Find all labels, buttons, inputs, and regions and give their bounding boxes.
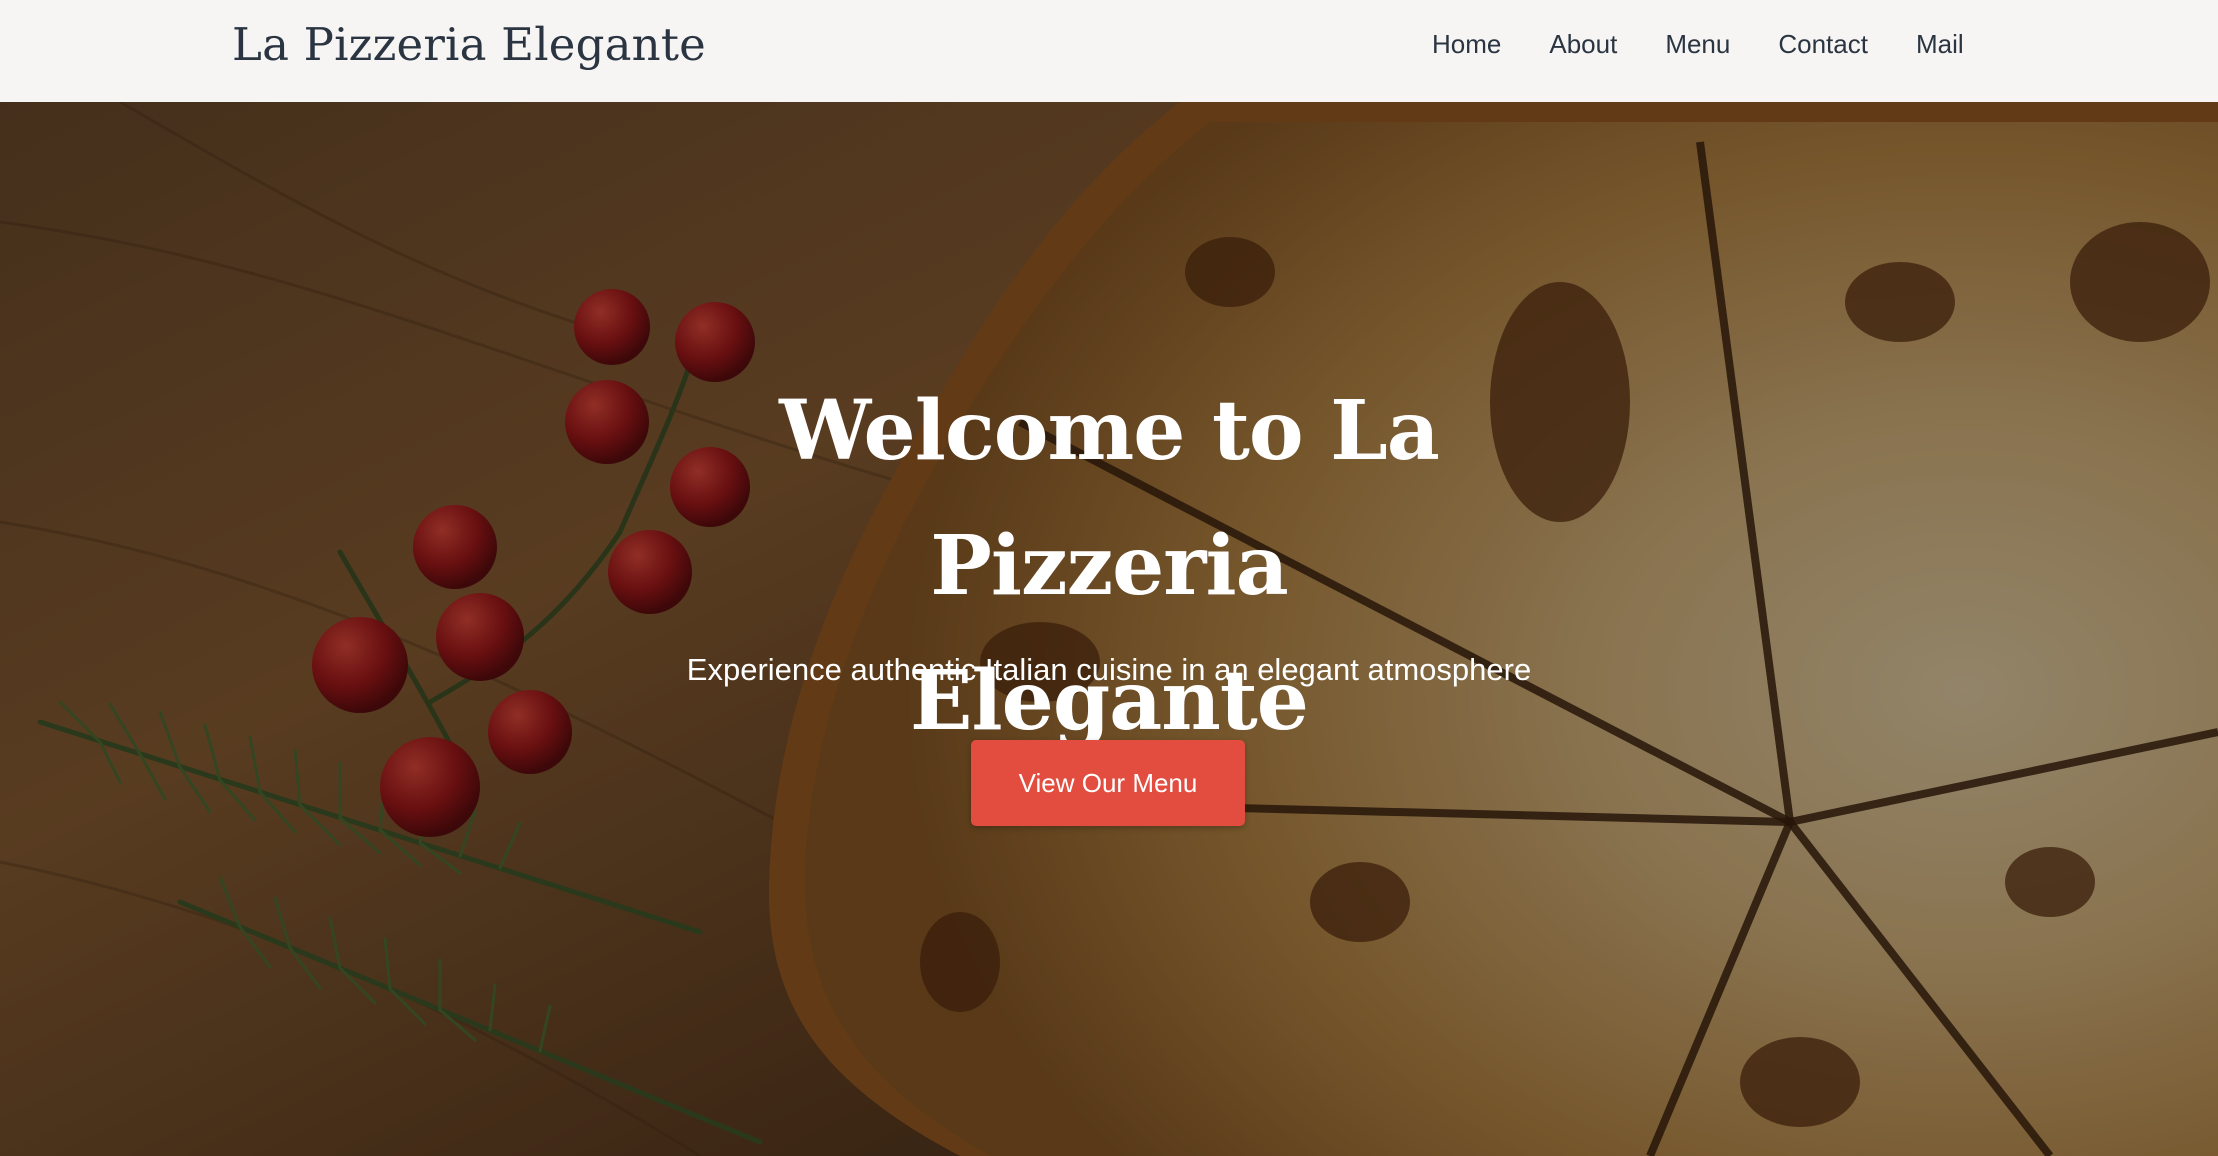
view-menu-button[interactable]: View Our Menu	[971, 740, 1245, 826]
nav-link-contact[interactable]: Contact	[1778, 29, 1868, 60]
hero-content: Welcome to La Pizzeria Elegante Experienc…	[0, 102, 2218, 1156]
hero-section: Welcome to La Pizzeria Elegante Experienc…	[0, 102, 2218, 1156]
nav-menu: Home About Menu Contact Mail	[1432, 25, 1964, 63]
hero-subtitle: Experience authentic Italian cuisine in …	[686, 652, 1532, 687]
nav-link-menu[interactable]: Menu	[1665, 29, 1730, 60]
brand-logo-text[interactable]: La Pizzeria Elegante	[232, 15, 706, 75]
nav-link-about[interactable]: About	[1549, 29, 1617, 60]
hero-title-line-1: Welcome to La Pizzeria	[779, 383, 1440, 614]
nav-link-home[interactable]: Home	[1432, 29, 1501, 60]
navbar: La Pizzeria Elegante Home About Menu Con…	[0, 0, 2218, 102]
hero-title: Welcome to La Pizzeria Elegante	[609, 364, 1609, 769]
nav-link-mail[interactable]: Mail	[1916, 29, 1964, 60]
